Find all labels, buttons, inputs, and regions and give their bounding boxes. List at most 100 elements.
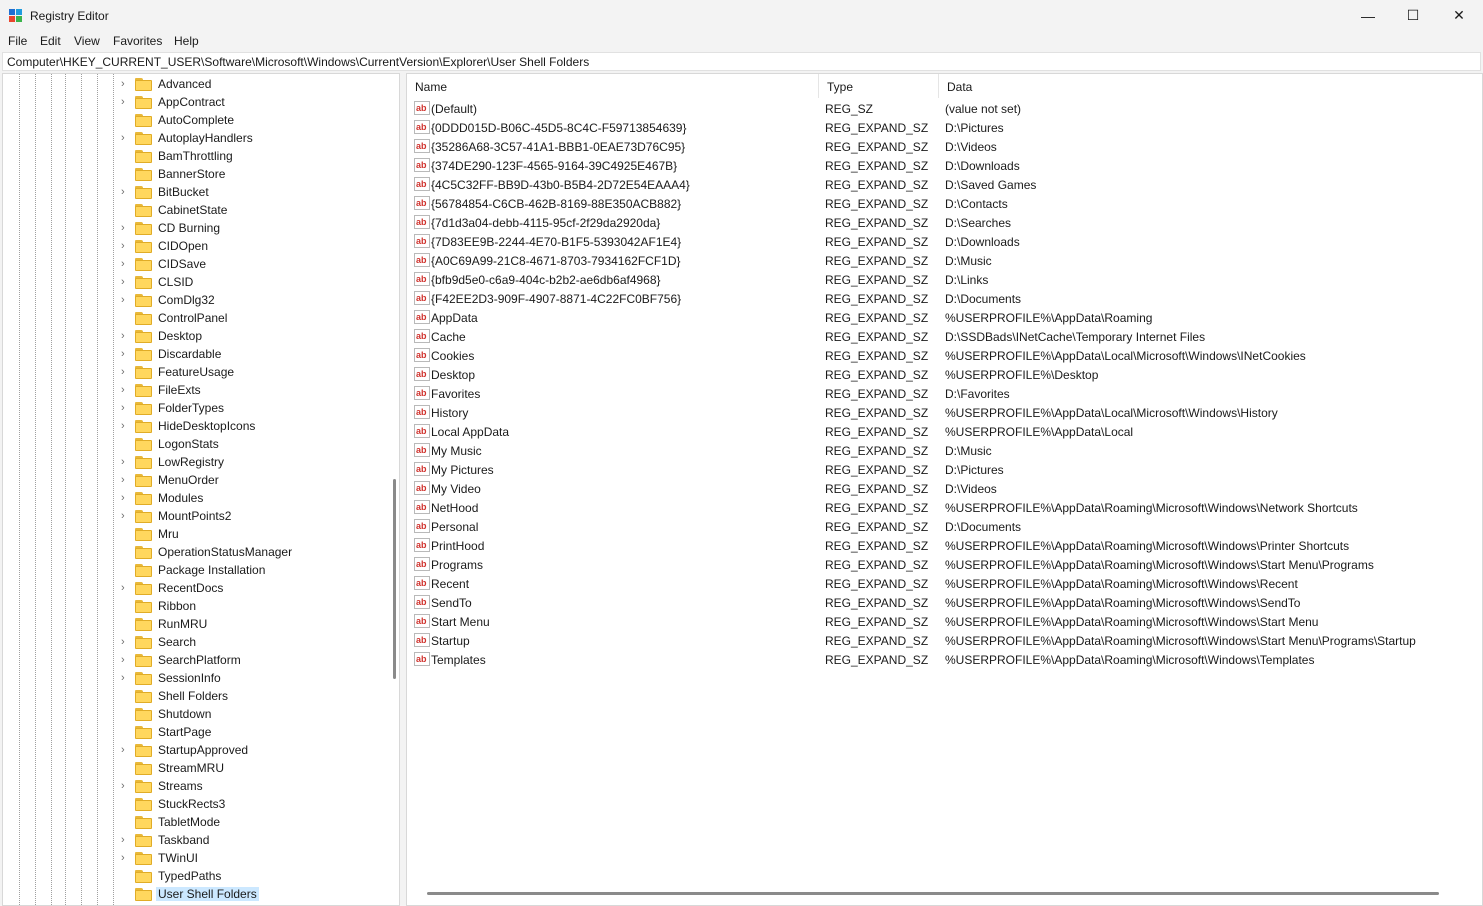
chevron-right-icon[interactable]: › <box>121 491 131 505</box>
value-row[interactable]: ab {35286A68-3C57-41A1-BBB1-0EAE73D76C95}… <box>407 137 1482 156</box>
tree-item[interactable]: › MenuOrder <box>3 471 393 489</box>
tree-item[interactable]: StartPage <box>3 723 393 741</box>
chevron-right-icon[interactable]: › <box>121 95 131 109</box>
value-row[interactable]: ab PrintHood REG_EXPAND_SZ %USERPROFILE%\Ap… <box>407 536 1482 555</box>
menu-edit[interactable]: Edit <box>40 34 61 48</box>
tree-item[interactable]: RunMRU <box>3 615 393 633</box>
tree-item[interactable]: › HideDesktopIcons <box>3 417 393 435</box>
tree-item[interactable]: StreamMRU <box>3 759 393 777</box>
tree-item[interactable]: BannerStore <box>3 165 393 183</box>
tree-item[interactable]: TypedPaths <box>3 867 393 885</box>
tree-item[interactable]: TabletMode <box>3 813 393 831</box>
values-list-pane[interactable]: Name Type Data ab (Default) REG_SZ (value n… <box>406 73 1483 906</box>
chevron-right-icon[interactable]: › <box>121 743 131 757</box>
tree-item[interactable]: › SessionInfo <box>3 669 393 687</box>
tree-item[interactable]: › AutoplayHandlers <box>3 129 393 147</box>
tree-item[interactable]: StuckRects3 <box>3 795 393 813</box>
value-row[interactable]: ab NetHood REG_EXPAND_SZ %USERPROFILE%\AppD… <box>407 498 1482 517</box>
chevron-right-icon[interactable]: › <box>121 419 131 433</box>
chevron-right-icon[interactable]: › <box>121 455 131 469</box>
address-bar[interactable]: Computer\HKEY_CURRENT_USER\Software\Micr… <box>2 52 1481 71</box>
value-row[interactable]: ab Cookies REG_EXPAND_SZ %USERPROFILE%\AppD… <box>407 346 1482 365</box>
chevron-right-icon[interactable]: › <box>121 635 131 649</box>
tree-item[interactable]: › ComDlg32 <box>3 291 393 309</box>
tree-item[interactable]: User Shell Folders <box>3 885 393 903</box>
value-row[interactable]: ab {7d1d3a04-debb-4115-95cf-2f29da2920da}… <box>407 213 1482 232</box>
chevron-right-icon[interactable]: › <box>121 77 131 91</box>
chevron-right-icon[interactable]: › <box>121 833 131 847</box>
chevron-right-icon[interactable]: › <box>121 779 131 793</box>
menu-view[interactable]: View <box>74 34 100 48</box>
tree-item[interactable]: › Advanced <box>3 75 393 93</box>
tree-item[interactable]: › FeatureUsage <box>3 363 393 381</box>
tree-item[interactable]: › CLSID <box>3 273 393 291</box>
minimize-button[interactable]: — <box>1345 0 1391 31</box>
column-header-name[interactable]: Name <box>407 74 819 98</box>
value-row[interactable]: ab Templates REG_EXPAND_SZ %USERPROFILE%\Ap… <box>407 650 1482 669</box>
tree-item[interactable]: › Taskband <box>3 831 393 849</box>
value-row[interactable]: ab My Video REG_EXPAND_SZ D:\Videos <box>407 479 1482 498</box>
value-row[interactable]: ab {4C5C32FF-BB9D-43b0-B5B4-2D72E54EAAA4}… <box>407 175 1482 194</box>
chevron-right-icon[interactable]: › <box>121 185 131 199</box>
value-row[interactable]: ab {0DDD015D-B06C-45D5-8C4C-F59713854639}… <box>407 118 1482 137</box>
chevron-right-icon[interactable]: › <box>121 671 131 685</box>
maximize-button[interactable]: ☐ <box>1390 0 1436 31</box>
tree-item[interactable]: › BitBucket <box>3 183 393 201</box>
value-row[interactable]: ab Recent REG_EXPAND_SZ %USERPROFILE%\AppDa… <box>407 574 1482 593</box>
tree-item[interactable]: AutoComplete <box>3 111 393 129</box>
tree-item[interactable]: › Modules <box>3 489 393 507</box>
tree-item[interactable]: BamThrottling <box>3 147 393 165</box>
chevron-right-icon[interactable]: › <box>121 581 131 595</box>
tree-item[interactable]: LogonStats <box>3 435 393 453</box>
value-row[interactable]: ab {7D83EE9B-2244-4E70-B1F5-5393042AF1E4}… <box>407 232 1482 251</box>
tree-item[interactable]: › CD Burning <box>3 219 393 237</box>
value-row[interactable]: ab Desktop REG_EXPAND_SZ %USERPROFILE%\Desk… <box>407 365 1482 384</box>
tree-item[interactable]: › TWinUI <box>3 849 393 867</box>
value-row[interactable]: ab {56784854-C6CB-462B-8169-88E350ACB882}… <box>407 194 1482 213</box>
tree-item[interactable]: › FileExts <box>3 381 393 399</box>
tree-item[interactable]: › Streams <box>3 777 393 795</box>
tree-item[interactable]: › MountPoints2 <box>3 507 393 525</box>
chevron-right-icon[interactable]: › <box>121 653 131 667</box>
tree-item[interactable]: ControlPanel <box>3 309 393 327</box>
chevron-right-icon[interactable]: › <box>121 347 131 361</box>
value-row[interactable]: ab Cache REG_EXPAND_SZ D:\SSDBads\INetCache… <box>407 327 1482 346</box>
chevron-right-icon[interactable]: › <box>121 509 131 523</box>
value-row[interactable]: ab Start Menu REG_EXPAND_SZ %USERPROFILE%\A… <box>407 612 1482 631</box>
value-row[interactable]: ab Favorites REG_EXPAND_SZ D:\Favorites <box>407 384 1482 403</box>
menu-favorites[interactable]: Favorites <box>113 34 162 48</box>
tree-item[interactable]: › StartupApproved <box>3 741 393 759</box>
tree-item[interactable]: › FolderTypes <box>3 399 393 417</box>
tree-item[interactable]: › AppContract <box>3 93 393 111</box>
value-row[interactable]: ab AppData REG_EXPAND_SZ %USERPROFILE%\AppD… <box>407 308 1482 327</box>
key-tree-pane[interactable]: › Advanced › AppContract AutoComplete › Autopl… <box>2 73 400 906</box>
chevron-right-icon[interactable]: › <box>121 383 131 397</box>
tree-item[interactable]: › Search <box>3 633 393 651</box>
chevron-right-icon[interactable]: › <box>121 365 131 379</box>
tree-item[interactable]: Mru <box>3 525 393 543</box>
tree-item[interactable]: › CIDSave <box>3 255 393 273</box>
tree-item[interactable]: › CIDOpen <box>3 237 393 255</box>
chevron-right-icon[interactable]: › <box>121 473 131 487</box>
tree-item[interactable]: › SearchPlatform <box>3 651 393 669</box>
value-row[interactable]: ab {F42EE2D3-909F-4907-8871-4C22FC0BF756}… <box>407 289 1482 308</box>
tree-item[interactable]: › RecentDocs <box>3 579 393 597</box>
tree-item[interactable]: › Desktop <box>3 327 393 345</box>
chevron-right-icon[interactable]: › <box>121 329 131 343</box>
column-header-data[interactable]: Data <box>939 74 1482 98</box>
value-row[interactable]: ab {A0C69A99-21C8-4671-8703-7934162FCF1D}… <box>407 251 1482 270</box>
tree-item[interactable]: Ribbon <box>3 597 393 615</box>
chevron-right-icon[interactable]: › <box>121 275 131 289</box>
value-row[interactable]: ab Programs REG_EXPAND_SZ %USERPROFILE%\App… <box>407 555 1482 574</box>
tree-item[interactable]: Shutdown <box>3 705 393 723</box>
column-header-type[interactable]: Type <box>819 74 939 98</box>
value-row[interactable]: ab My Music REG_EXPAND_SZ D:\Music <box>407 441 1482 460</box>
value-row[interactable]: ab History REG_EXPAND_SZ %USERPROFILE%\AppD… <box>407 403 1482 422</box>
close-button[interactable]: ✕ <box>1436 0 1482 31</box>
chevron-right-icon[interactable]: › <box>121 131 131 145</box>
value-row[interactable]: ab (Default) REG_SZ (value not set) <box>407 99 1482 118</box>
tree-scrollbar-thumb[interactable] <box>393 479 396 679</box>
chevron-right-icon[interactable]: › <box>121 257 131 271</box>
tree-item[interactable]: › LowRegistry <box>3 453 393 471</box>
menu-file[interactable]: File <box>8 34 27 48</box>
